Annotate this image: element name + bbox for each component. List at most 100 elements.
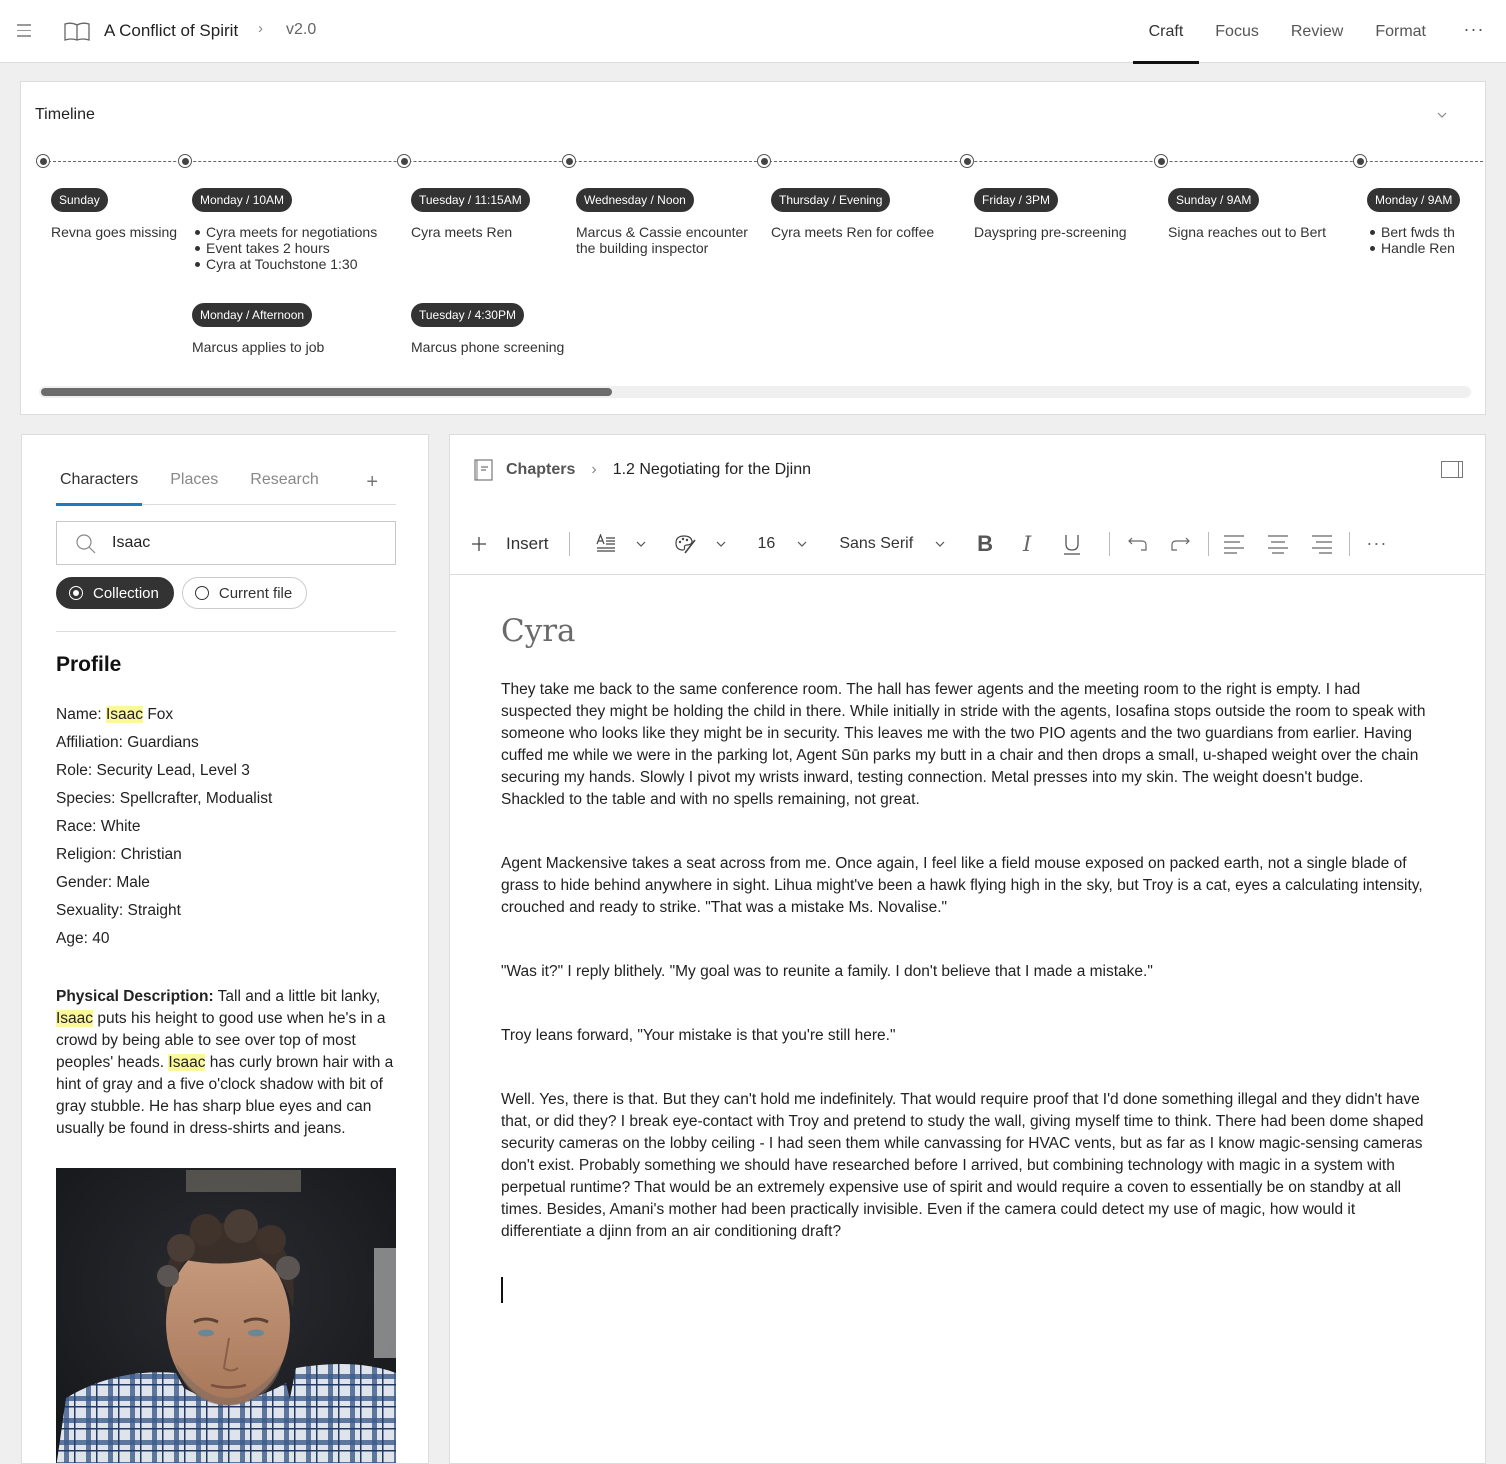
more-icon[interactable]: ··· bbox=[1366, 526, 1387, 562]
search-scope: Collection Current file bbox=[56, 577, 308, 609]
scope-collection[interactable]: Collection bbox=[56, 577, 174, 609]
paragraph[interactable]: Well. Yes, there is that. But they can't… bbox=[501, 1089, 1431, 1243]
italic-icon[interactable]: I bbox=[1023, 526, 1031, 562]
version-label[interactable]: v2.0 bbox=[286, 21, 316, 39]
field-value: Straight bbox=[127, 902, 181, 919]
event-text: Dayspring pre-screening bbox=[974, 224, 1127, 240]
toolbar-separator bbox=[1208, 531, 1210, 556]
timeline-node[interactable] bbox=[562, 154, 576, 168]
insert-button[interactable]: Insert bbox=[472, 526, 549, 562]
mode-tabs: Craft Focus Review Format ··· bbox=[1132, 0, 1506, 64]
scope-current-file[interactable]: Current file bbox=[181, 577, 308, 609]
search-input[interactable] bbox=[112, 522, 382, 564]
timeline-node[interactable] bbox=[1353, 154, 1367, 168]
tab-format[interactable]: Format bbox=[1359, 0, 1442, 63]
chapters-icon bbox=[474, 459, 493, 481]
scope-label: Current file bbox=[218, 584, 293, 602]
event-time-pill: Sunday bbox=[51, 188, 108, 212]
divider bbox=[56, 631, 396, 632]
document-body[interactable]: Cyra They take me back to the same confe… bbox=[501, 613, 1431, 1303]
plus-icon bbox=[472, 536, 486, 551]
event-time-pill: Tuesday / 11:15AM bbox=[411, 188, 530, 212]
field-value: Security Lead, Level 3 bbox=[96, 762, 250, 779]
redo-icon[interactable] bbox=[1170, 526, 1191, 562]
timeline-event[interactable]: Monday / 9AM Bert fwds th Handle Ren bbox=[1367, 188, 1465, 256]
timeline-event[interactable]: Monday / 10AM Cyra meets for negotiation… bbox=[192, 188, 377, 272]
field-value: Spellcrafter, Modualist bbox=[119, 790, 273, 807]
search-icon bbox=[76, 534, 96, 554]
timeline-node[interactable] bbox=[397, 154, 411, 168]
timeline-event[interactable]: Wednesday / Noon Marcus & Cassie encount… bbox=[576, 188, 756, 256]
field-label: Gender: bbox=[56, 874, 113, 891]
timeline-event[interactable]: Tuesday / 11:15AM Cyra meets Ren bbox=[411, 188, 530, 240]
timeline-event[interactable]: Sunday / 9AM Signa reaches out to Bert bbox=[1168, 188, 1326, 240]
font-size-dropdown[interactable]: 16 bbox=[758, 526, 808, 562]
align-center-icon[interactable] bbox=[1267, 526, 1289, 562]
character-photo bbox=[56, 1168, 396, 1463]
chevron-down-icon[interactable] bbox=[1435, 108, 1449, 122]
scrollbar-thumb[interactable] bbox=[41, 388, 613, 396]
timeline-node[interactable] bbox=[960, 154, 974, 168]
event-bullets: Bert fwds th Handle Ren bbox=[1367, 224, 1465, 256]
tab-review[interactable]: Review bbox=[1275, 0, 1359, 63]
style-palette-dropdown[interactable] bbox=[674, 526, 726, 562]
timeline-title: Timeline bbox=[35, 106, 95, 123]
more-icon[interactable]: ··· bbox=[1442, 0, 1506, 63]
paragraph[interactable]: Troy leans forward, "Your mistake is tha… bbox=[501, 1025, 1431, 1047]
event-bullet: Bert fwds th bbox=[1367, 224, 1465, 240]
paragraph[interactable]: Agent Mackensive takes a seat across fro… bbox=[501, 853, 1431, 919]
add-tab-icon[interactable]: + bbox=[366, 471, 378, 494]
search-highlight: Isaac bbox=[56, 1010, 94, 1027]
profile-fields: Name: Isaac Fox Affiliation: Guardians R… bbox=[56, 703, 272, 955]
underline-icon[interactable] bbox=[1063, 526, 1081, 562]
breadcrumb: Chapters › 1.2 Negotiating for the Djinn bbox=[474, 459, 811, 481]
scene-heading[interactable]: Cyra bbox=[501, 613, 1431, 649]
timeline-event[interactable]: Thursday / Evening Cyra meets Ren for co… bbox=[771, 188, 934, 240]
tab-focus[interactable]: Focus bbox=[1199, 0, 1275, 63]
tab-characters[interactable]: Characters bbox=[56, 467, 143, 506]
event-bullet: Handle Ren bbox=[1367, 240, 1465, 256]
event-time-pill: Monday / 9AM bbox=[1367, 188, 1461, 212]
align-right-icon[interactable] bbox=[1311, 526, 1333, 562]
text-style-dropdown[interactable] bbox=[595, 526, 646, 562]
field-value: Male bbox=[116, 874, 150, 891]
timeline-event[interactable]: Friday / 3PM Dayspring pre-screening bbox=[974, 188, 1127, 240]
physical-description: Physical Description: Tall and a little … bbox=[56, 986, 401, 1140]
description-text: Tall and a little bit lanky, bbox=[213, 988, 381, 1005]
field-label: Species: bbox=[56, 790, 116, 807]
tab-places[interactable]: Places bbox=[166, 467, 222, 505]
font-size-value: 16 bbox=[757, 534, 776, 552]
align-left-icon[interactable] bbox=[1223, 526, 1245, 562]
reference-tabs: Characters Places Research + bbox=[56, 467, 396, 506]
field-sexuality: Sexuality: Straight bbox=[56, 899, 272, 927]
text-style-icon bbox=[595, 533, 615, 552]
font-family-dropdown[interactable]: Sans Serif bbox=[839, 526, 945, 562]
bold-icon[interactable]: B bbox=[977, 526, 993, 562]
timeline-scrollbar[interactable] bbox=[39, 386, 1471, 398]
field-value: 40 bbox=[92, 930, 110, 947]
event-text: Cyra meets Ren for coffee bbox=[771, 224, 935, 240]
timeline-node[interactable] bbox=[1154, 154, 1168, 168]
event-bullet: Event takes 2 hours bbox=[192, 240, 377, 256]
timeline-event[interactable]: Monday / Afternoon Marcus applies to job bbox=[192, 303, 324, 355]
timeline-node[interactable] bbox=[178, 154, 192, 168]
panel-toggle-icon[interactable] bbox=[1441, 461, 1463, 478]
timeline-node[interactable] bbox=[757, 154, 771, 168]
timeline-event[interactable]: Tuesday / 4:30PM Marcus phone screening bbox=[411, 303, 564, 355]
radio-empty-icon bbox=[194, 586, 209, 600]
event-bullets: Cyra meets for negotiations Event takes … bbox=[192, 224, 377, 272]
hamburger-icon[interactable] bbox=[17, 24, 31, 38]
paragraph[interactable]: They take me back to the same conference… bbox=[501, 679, 1431, 811]
field-gender: Gender: Male bbox=[56, 871, 272, 899]
timeline-event[interactable]: Sunday Revna goes missing bbox=[51, 188, 177, 240]
tab-craft[interactable]: Craft bbox=[1132, 0, 1200, 64]
chevron-down-icon bbox=[797, 541, 807, 547]
tab-research[interactable]: Research bbox=[246, 467, 322, 505]
paragraph[interactable]: "Was it?" I reply blithely. "My goal was… bbox=[501, 961, 1431, 983]
toolbar-separator bbox=[568, 531, 570, 556]
project-title[interactable]: A Conflict of Spirit bbox=[104, 21, 238, 41]
undo-icon[interactable] bbox=[1128, 526, 1148, 562]
field-label: Age: bbox=[56, 930, 88, 947]
timeline-node[interactable] bbox=[36, 154, 50, 168]
breadcrumb-chapters[interactable]: Chapters bbox=[506, 461, 575, 479]
